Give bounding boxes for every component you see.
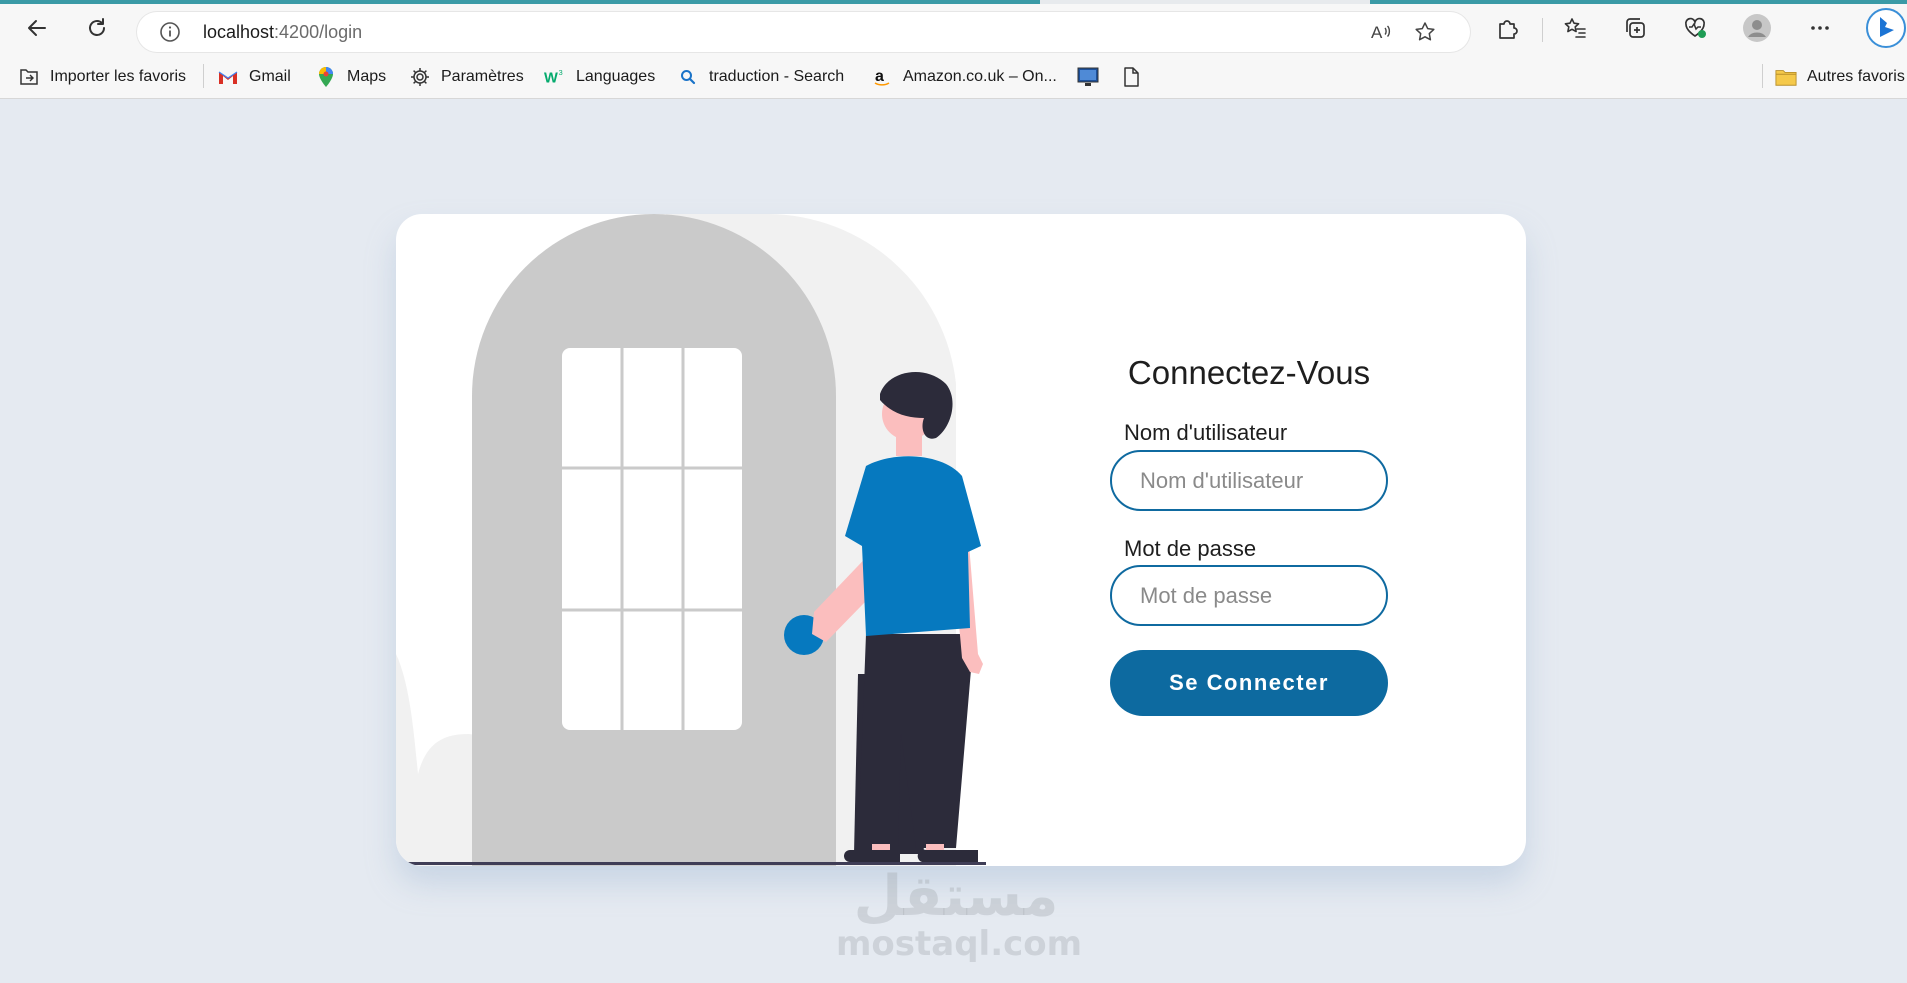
svg-text:A: A [1371, 23, 1383, 42]
bookmark-amazon[interactable]: a Amazon.co.uk – On... [871, 64, 1057, 90]
username-label: Nom d'utilisateur [1124, 420, 1288, 445]
browser-essentials-icon[interactable] [1676, 9, 1714, 47]
gmail-icon [217, 66, 239, 88]
bookmark-label: traduction - Search [709, 68, 845, 85]
svg-text:3: 3 [559, 68, 563, 77]
bookmark-label: Maps [347, 68, 387, 85]
url-host: localhost [203, 22, 275, 42]
password-input[interactable] [1110, 565, 1388, 626]
password-label: Mot de passe [1124, 536, 1257, 561]
bookmark-label: Autres favoris [1807, 68, 1905, 85]
read-aloud-icon[interactable]: A [1362, 13, 1400, 51]
bookmark-label: Importer les favoris [50, 68, 187, 85]
site-info-icon[interactable] [151, 13, 189, 51]
door-illustration [396, 214, 986, 866]
login-card: Connectez-Vous Nom d'utilisateur Mot de … [396, 214, 1526, 866]
collections-icon[interactable] [1616, 9, 1654, 47]
profile-avatar-icon[interactable] [1738, 9, 1776, 47]
watermark-latin: mostaql.com [836, 924, 1083, 964]
login-title: Connectez-Vous [1127, 354, 1371, 391]
bookmark-other-favorites[interactable]: Autres favoris [1775, 64, 1905, 90]
gear-icon [409, 66, 431, 88]
bookmark-label: Amazon.co.uk – On... [903, 68, 1057, 85]
login-submit-button[interactable]: Se Connecter [1110, 650, 1388, 716]
mostaql-watermark: مستقل mostaql.com [836, 864, 1083, 964]
watermark-arabic: مستقل [853, 864, 1059, 929]
extensions-puzzle-icon[interactable] [1489, 9, 1527, 47]
document-icon [1120, 66, 1142, 88]
more-options-icon[interactable] [1801, 9, 1839, 47]
username-input[interactable] [1110, 450, 1388, 511]
bookmark-label: Paramètres [441, 68, 524, 85]
bookmark-import-favorites[interactable]: Importer les favoris [18, 64, 186, 90]
bookmarks-bar: Importer les favoris Gmail Maps Paramètr… [0, 56, 1907, 99]
import-favorites-icon [18, 66, 40, 88]
bookmark-label: Gmail [249, 68, 291, 85]
folder-icon [1775, 66, 1797, 88]
favorites-list-icon[interactable] [1556, 9, 1594, 47]
bookmark-monitor[interactable] [1077, 64, 1099, 90]
bookmark-parametres[interactable]: Paramètres [409, 64, 524, 90]
bookmark-gmail[interactable]: Gmail [217, 64, 291, 90]
maps-pin-icon [315, 66, 337, 88]
bookmark-maps[interactable]: Maps [315, 64, 386, 90]
amazon-icon: a [871, 66, 893, 88]
w3schools-icon: W3 [544, 66, 566, 88]
svg-text:W: W [544, 71, 558, 87]
bing-copilot-icon[interactable] [1862, 7, 1907, 49]
bookmark-traduction[interactable]: traduction - Search [677, 64, 844, 90]
url-text[interactable]: localhost:4200/login [203, 22, 362, 43]
back-arrow-icon[interactable] [18, 9, 56, 47]
browser-toolbar: localhost:4200/login A [0, 4, 1907, 56]
url-path: :4200/login [274, 22, 363, 42]
monitor-app-icon [1077, 66, 1099, 88]
reload-icon[interactable] [78, 9, 116, 47]
favorite-star-icon[interactable] [1406, 13, 1444, 51]
address-bar[interactable]: localhost:4200/login A [137, 12, 1470, 52]
bookmark-label: Languages [576, 68, 656, 85]
bookmark-languages[interactable]: W3 Languages [544, 64, 655, 90]
search-icon [677, 66, 699, 88]
bookmark-page[interactable] [1120, 64, 1142, 90]
svg-text:a: a [875, 68, 884, 85]
